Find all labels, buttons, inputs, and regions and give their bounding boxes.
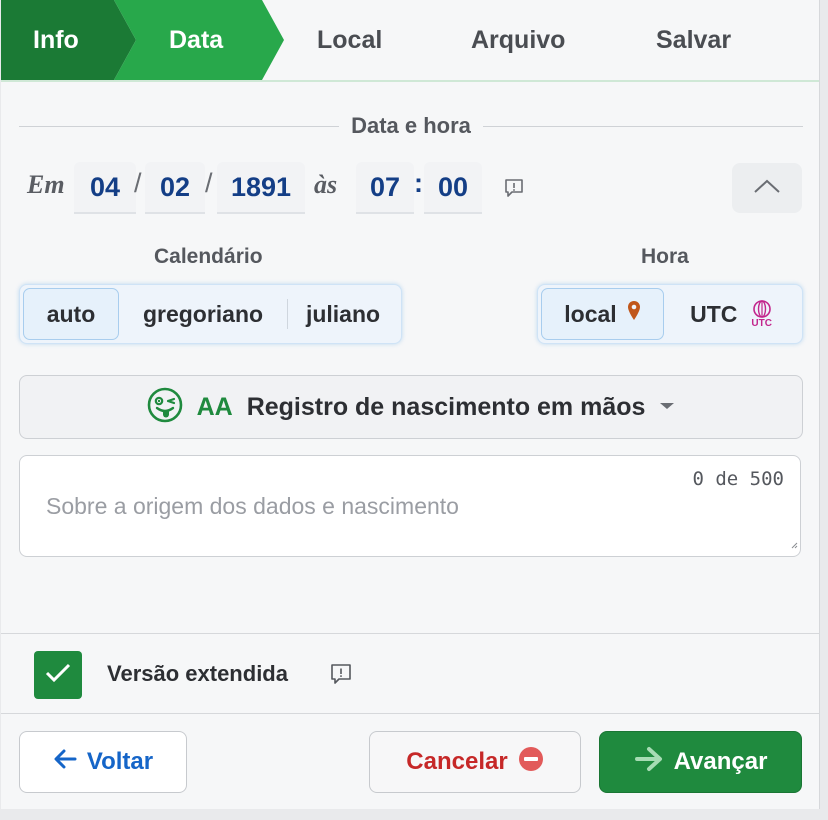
calendar-option-juliano[interactable]: juliano (288, 288, 398, 340)
caret-down-icon (659, 398, 675, 416)
minute-field[interactable]: 00 (424, 162, 482, 214)
step-arquivo-label: Arquivo (471, 25, 566, 54)
back-button[interactable]: Voltar (19, 731, 187, 793)
calendar-label: Calendário (154, 245, 263, 268)
checkmark-icon (45, 663, 71, 688)
comment-alert-icon[interactable] (503, 177, 525, 197)
step-local-label: Local (317, 25, 383, 54)
hour-label: Hora (641, 245, 689, 268)
birth-data-panel: Info Data Local Arquivo Salvar Data e ho… (1, 0, 820, 809)
minus-circle-icon (518, 746, 544, 779)
year-field[interactable]: 1891 (217, 162, 305, 214)
chevron-up-icon (753, 178, 781, 199)
month-field[interactable]: 02 (145, 162, 205, 214)
utc-globe-icon: UTC (751, 299, 772, 329)
step-arquivo[interactable]: Arquivo (471, 0, 565, 80)
next-button-label: Avançar (673, 748, 768, 775)
section-heading: Data e hora (19, 112, 804, 140)
step-info-label: Info (33, 25, 79, 54)
collapse-button[interactable] (732, 163, 802, 213)
cancel-button-label: Cancelar (406, 748, 508, 775)
back-button-label: Voltar (86, 748, 154, 775)
extended-version-checkbox[interactable] (34, 651, 82, 699)
arrow-left-icon (53, 748, 77, 776)
divider-right (482, 125, 804, 127)
next-button[interactable]: Avançar (599, 731, 802, 793)
step-info[interactable]: Info (1, 0, 136, 80)
step-data[interactable]: Data (114, 0, 284, 80)
divider (1, 633, 819, 634)
step-salvar[interactable]: Salvar (656, 0, 731, 80)
divider-left (19, 125, 340, 127)
hour-field[interactable]: 07 (356, 162, 414, 214)
source-label: Registro de nascimento em mãos (246, 392, 646, 421)
char-counter: 0 de 500 (692, 468, 784, 490)
comment-alert-icon[interactable] (329, 662, 351, 684)
step-salvar-label: Salvar (656, 25, 732, 54)
stepper: Info Data Local Arquivo Salvar (1, 0, 819, 82)
extended-version-label: Versão extendida (107, 661, 288, 686)
resize-handle-icon[interactable] (790, 536, 798, 554)
notes-textarea[interactable]: 0 de 500 Sobre a origem dos dados e nasc… (19, 455, 801, 557)
section-title: Data e hora (351, 113, 471, 138)
calendar-option-gregoriano[interactable]: gregoriano (119, 288, 287, 340)
source-code: AA (196, 392, 233, 421)
notes-placeholder: Sobre a origem dos dados e nascimento (46, 493, 459, 519)
hour-selector: local UTC UTC (537, 284, 803, 344)
arrow-right-icon (634, 746, 664, 779)
calendar-selector: auto gregoriano juliano (19, 284, 402, 344)
map-pin-icon (627, 300, 641, 328)
step-local[interactable]: Local (317, 0, 382, 80)
hour-option-local[interactable]: local (541, 288, 664, 340)
hour-option-utc[interactable]: UTC UTC (664, 288, 798, 340)
time-separator: : (414, 168, 423, 198)
utc-badge: UTC (751, 318, 772, 329)
winking-tongue-face-icon (147, 387, 183, 428)
hour-option-utc-label: UTC (690, 300, 738, 327)
data-source-select[interactable]: AA Registro de nascimento em mãos (19, 375, 803, 439)
time-prefix: às (314, 170, 338, 199)
divider (1, 713, 819, 714)
step-data-label: Data (169, 25, 224, 54)
day-field[interactable]: 04 (74, 162, 136, 214)
calendar-option-auto[interactable]: auto (23, 288, 119, 340)
cancel-button[interactable]: Cancelar (369, 731, 581, 793)
date-separator: / (134, 168, 142, 198)
date-separator: / (205, 168, 213, 198)
hour-option-local-label: local (564, 300, 617, 327)
date-prefix: Em (27, 170, 65, 199)
